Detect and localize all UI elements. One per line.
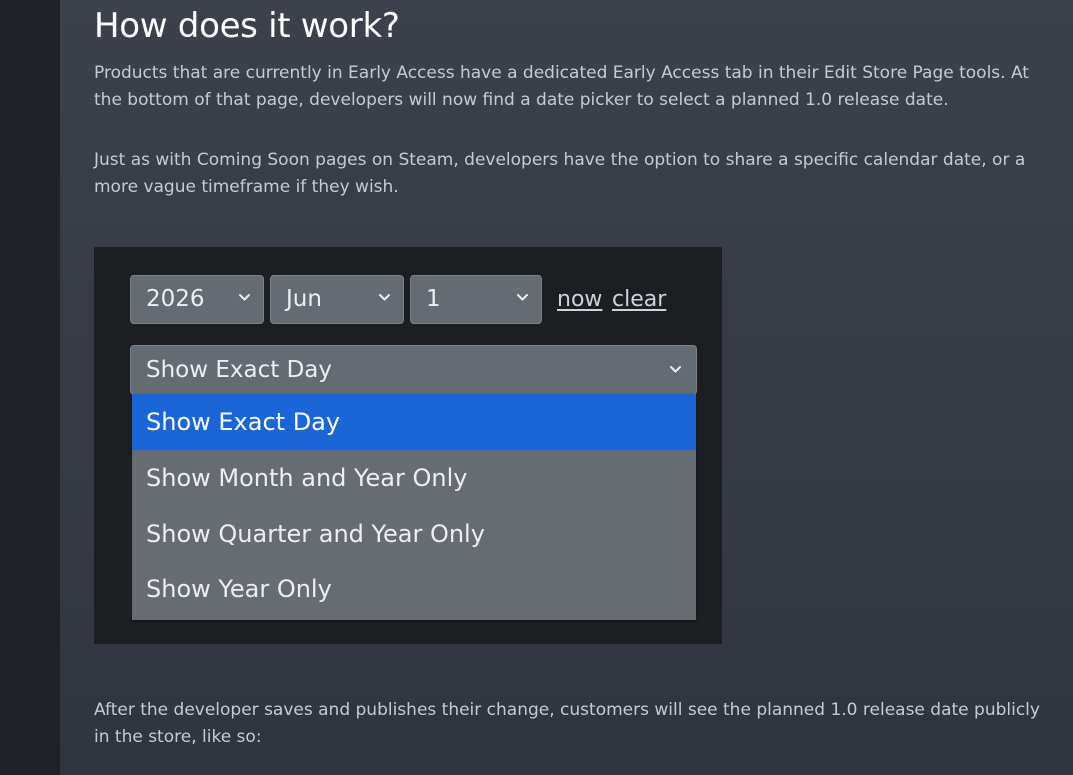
option-show-quarter-and-year[interactable]: Show Quarter and Year Only [132,506,696,562]
timeframe-paragraph: Just as with Coming Soon pages on Steam,… [94,150,1026,197]
clear-link[interactable]: clear [612,287,666,313]
display-mode-select[interactable]: Show Exact Day [130,345,697,395]
chevron-down-icon [379,294,390,301]
option-show-exact-day[interactable]: Show Exact Day [132,394,696,450]
section-heading: How does it work? [94,6,400,46]
month-select[interactable]: Jun [270,275,404,324]
display-mode-dropdown: Show Exact Day Show Month and Year Only … [132,394,696,620]
day-select[interactable]: 1 [410,275,542,324]
intro-paragraph: Products that are currently in Early Acc… [94,63,1029,110]
year-select[interactable]: 2026 [130,275,264,324]
option-show-month-and-year[interactable]: Show Month and Year Only [132,450,696,506]
year-value: 2026 [146,286,205,312]
chevron-down-icon [670,366,681,373]
article-content: How does it work? Products that are curr… [60,0,1073,775]
day-value: 1 [426,286,441,312]
option-show-year-only[interactable]: Show Year Only [132,561,696,617]
chevron-down-icon [517,294,528,301]
display-mode-value: Show Exact Day [146,357,332,383]
chevron-down-icon [239,294,250,301]
date-picker-screenshot: 2026 Jun 1 now clear Show Exact Day Show… [94,247,722,644]
now-link[interactable]: now [557,287,602,313]
month-value: Jun [286,286,322,312]
left-gutter [0,0,60,775]
publish-paragraph: After the developer saves and publishes … [94,700,1040,747]
